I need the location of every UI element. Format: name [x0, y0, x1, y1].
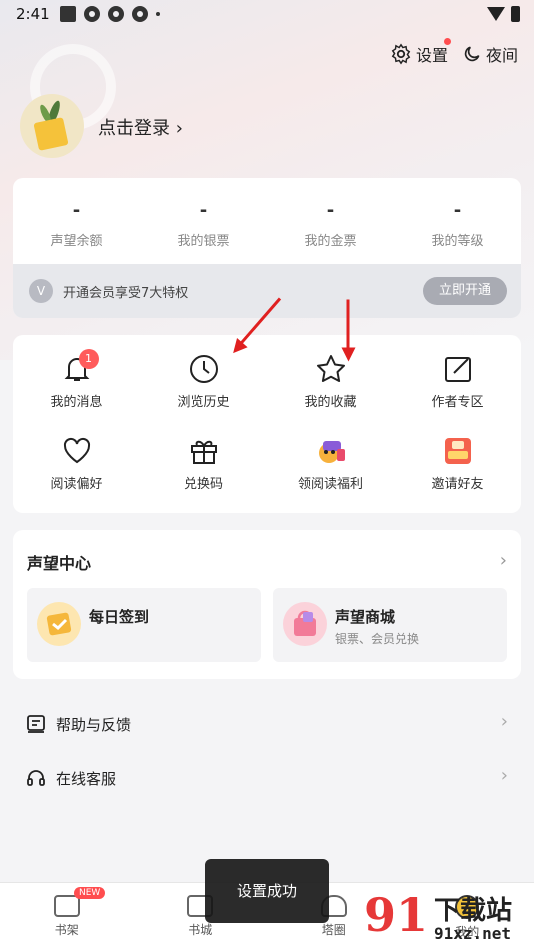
- watermark-url: 91xz.net: [434, 924, 512, 943]
- stat-label: 我的等级: [431, 234, 484, 249]
- settings-label: 设置: [415, 46, 448, 65]
- toast-message: 设置成功: [205, 859, 329, 923]
- message-badge: 1: [78, 349, 99, 369]
- stat-label: 声望余额: [50, 234, 103, 249]
- chevron-right-icon: ›: [500, 765, 508, 786]
- gear-icon: [391, 43, 411, 65]
- notification-square-icon: [60, 6, 76, 22]
- clock-icon: [188, 353, 220, 385]
- stat-prestige-balance[interactable]: - 声望余额: [13, 178, 140, 264]
- list-label: 帮助与反馈: [56, 715, 132, 734]
- grid-label: 领阅读福利: [297, 477, 363, 492]
- stats-row: - 声望余额 - 我的银票 - 我的金票 - 我的等级: [13, 178, 521, 264]
- headset-icon: [27, 770, 45, 786]
- avatar-pot: [33, 117, 69, 151]
- grid-label: 我的收藏: [304, 395, 357, 410]
- grid-item-reading-preference[interactable]: 阅读偏好: [13, 429, 140, 511]
- prestige-center-card: 声望中心 › 每日签到 声望商城 银票、会员兑换: [13, 530, 521, 679]
- wifi-icon: [487, 7, 505, 21]
- list-label: 在线客服: [56, 769, 117, 788]
- login-link[interactable]: 点击登录 ›: [98, 114, 183, 140]
- grid-item-favorites[interactable]: 我的收藏: [267, 347, 394, 429]
- function-grid: 1 我的消息 浏览历史 我的收藏 作者专区 阅读偏好 兑换码 领阅读福利 邀请好…: [13, 335, 521, 511]
- avatar[interactable]: [20, 94, 84, 158]
- status-time: 2:41: [16, 5, 50, 23]
- stat-label: 我的银票: [177, 234, 230, 249]
- nav-bookshelf[interactable]: 书架 NEW: [0, 883, 134, 950]
- vip-open-button[interactable]: 立即开通: [423, 277, 507, 305]
- online-service-item[interactable]: 在线客服 ›: [26, 763, 508, 793]
- grid-label: 我的消息: [50, 395, 103, 410]
- settings-link[interactable]: 设置: [390, 38, 451, 66]
- grid-label: 阅读偏好: [50, 477, 103, 492]
- chevron-right-icon[interactable]: ›: [500, 550, 507, 571]
- grid-item-author-zone[interactable]: 作者专区: [394, 347, 521, 429]
- chevron-right-icon: ›: [500, 711, 508, 732]
- new-badge: NEW: [74, 887, 106, 899]
- stats-card: - 声望余额 - 我的银票 - 我的金票 - 我的等级 V 开通会员享受7大特权…: [13, 178, 521, 318]
- grid-label: 浏览历史: [177, 395, 230, 410]
- daily-checkin-card[interactable]: 每日签到: [27, 588, 261, 662]
- edit-icon: [442, 353, 474, 385]
- stat-value: -: [199, 200, 208, 221]
- stat-value: -: [326, 200, 335, 221]
- moon-icon: [464, 46, 480, 62]
- grid-item-invite-friends[interactable]: 邀请好友: [394, 429, 521, 511]
- stat-level[interactable]: - 我的等级: [394, 178, 521, 264]
- vip-text: 开通会员享受7大特权: [63, 286, 189, 301]
- watermark-logo: 91: [364, 888, 429, 942]
- store-desc: 银票、会员兑换: [335, 632, 420, 646]
- feedback-icon: [27, 715, 45, 733]
- checkin-icon: [37, 602, 81, 646]
- store-title: 声望商城: [335, 608, 396, 626]
- stat-value: -: [453, 200, 462, 221]
- prestige-store-card[interactable]: 声望商城 银票、会员兑换: [273, 588, 507, 662]
- night-label: 夜间: [485, 46, 518, 65]
- status-notification-icons: [60, 6, 160, 22]
- stat-value: -: [72, 200, 81, 221]
- top-links: 设置 夜间: [390, 38, 518, 66]
- annotation-arrow: [346, 299, 350, 358]
- bookshelf-icon: [53, 895, 80, 917]
- stat-label: 我的金票: [304, 234, 357, 249]
- prestige-title: 声望中心: [27, 554, 92, 573]
- night-mode-link[interactable]: 夜间: [462, 42, 518, 66]
- grid-item-history[interactable]: 浏览历史: [140, 347, 267, 429]
- more-dot-icon: [156, 12, 160, 16]
- stat-gold-ticket[interactable]: - 我的金票: [267, 178, 394, 264]
- nav-label: 书架: [54, 923, 79, 937]
- grid-item-reading-reward[interactable]: 领阅读福利: [267, 429, 394, 511]
- gift-icon: [188, 435, 220, 467]
- checkin-title: 每日签到: [89, 608, 150, 626]
- invite-icon: [442, 435, 474, 467]
- help-feedback-item[interactable]: 帮助与反馈 ›: [26, 709, 508, 739]
- status-bar: 2:41: [0, 0, 534, 30]
- notification-app-icon: [132, 6, 148, 22]
- notification-app-icon: [84, 6, 100, 22]
- reward-icon: [315, 435, 347, 467]
- bell-icon: 1: [61, 349, 99, 385]
- store-bag-icon: [283, 602, 327, 646]
- function-grid-card: 1 我的消息 浏览历史 我的收藏 作者专区 阅读偏好 兑换码 领阅读福利 邀请好…: [13, 335, 521, 513]
- watermark-name: 下载站: [434, 896, 513, 926]
- battery-icon: [511, 6, 520, 22]
- site-watermark: 91 下载站 91xz.net: [364, 886, 534, 950]
- vip-icon: V: [29, 279, 53, 303]
- grid-item-messages[interactable]: 1 我的消息: [13, 347, 140, 429]
- grid-label: 邀请好友: [431, 477, 484, 492]
- grid-label: 兑换码: [183, 477, 223, 492]
- settings-red-dot: [443, 38, 451, 45]
- nav-label: 书城: [188, 923, 213, 937]
- grid-item-redeem-code[interactable]: 兑换码: [140, 429, 267, 511]
- status-system-icons: [487, 6, 520, 22]
- grid-label: 作者专区: [431, 395, 484, 410]
- heart-icon: [61, 435, 93, 467]
- stat-silver-ticket[interactable]: - 我的银票: [140, 178, 267, 264]
- notification-app-icon: [108, 6, 124, 22]
